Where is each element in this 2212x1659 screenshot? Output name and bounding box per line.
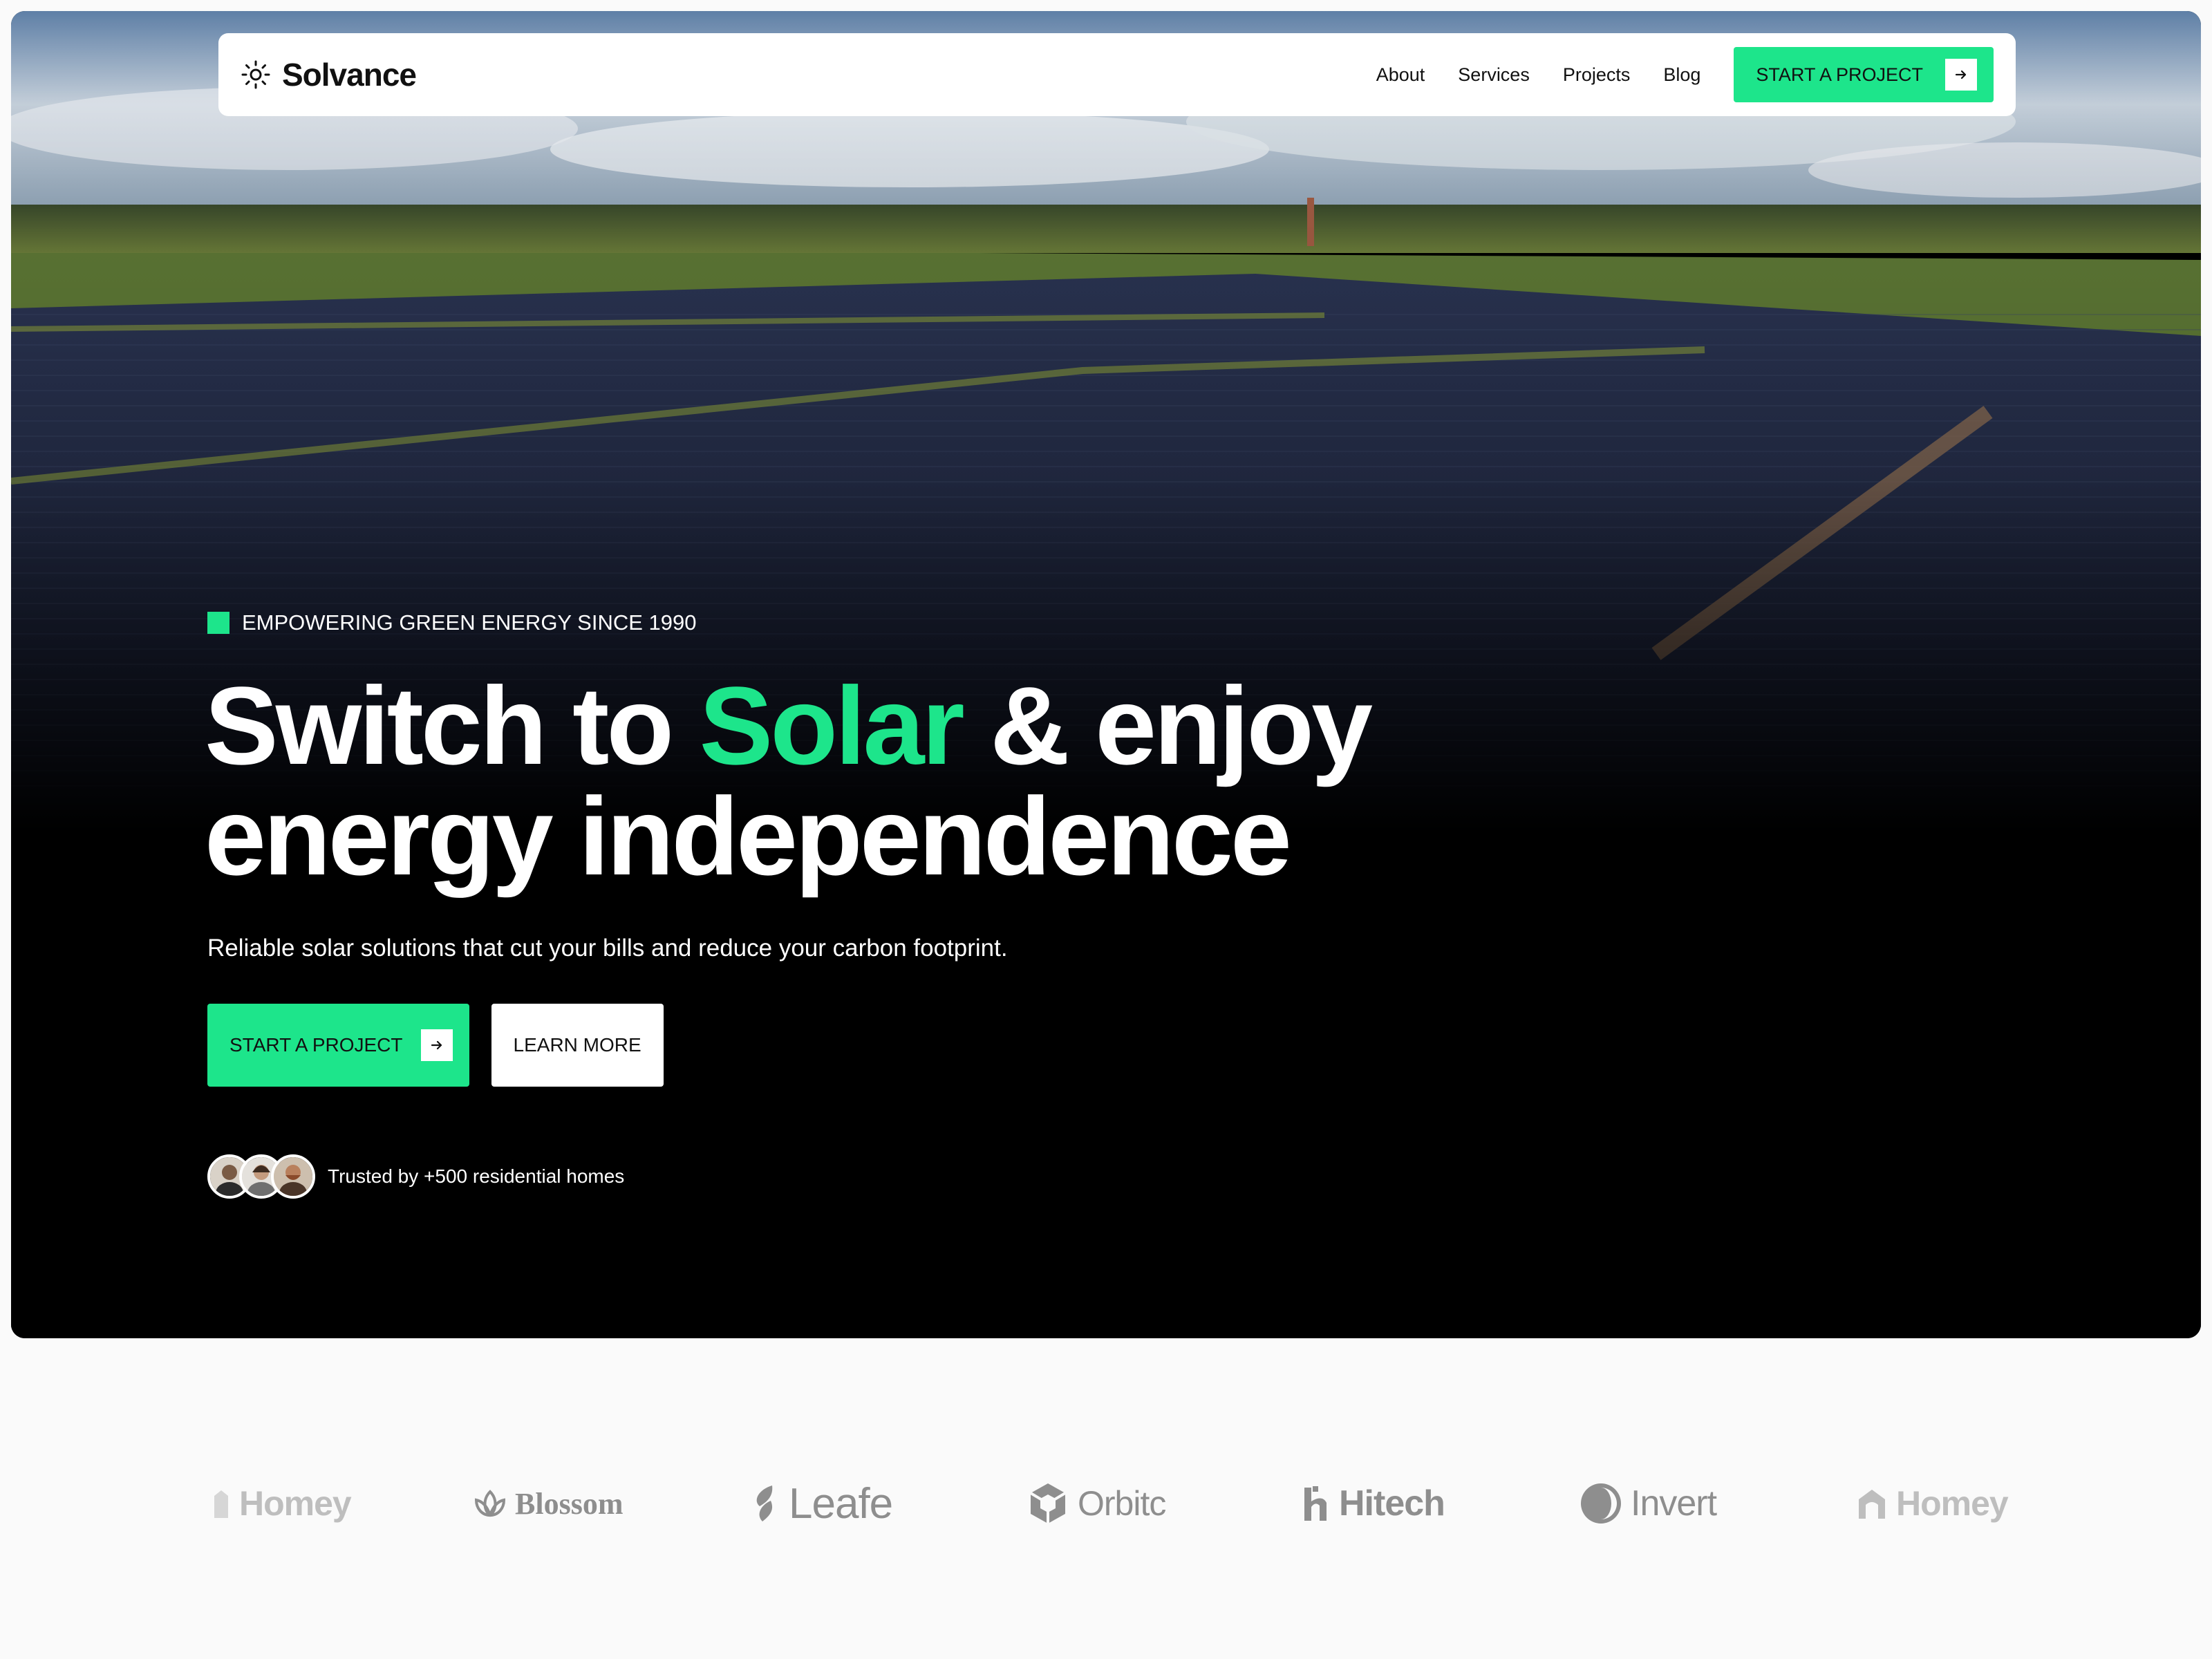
hero-buttons: START A PROJECT LEARN MORE [207,1004,664,1087]
client-logo-blossom: Blossom [474,1472,623,1535]
crescent-icon [1581,1483,1621,1524]
headline-accent: Solar [699,664,965,787]
nav-links: About Services Projects Blog START A PRO… [1376,47,1994,102]
headline-part-2: & enjoy [962,664,1373,787]
headline-part-1: Switch to [205,664,700,787]
client-logo-name: Leafe [789,1479,893,1528]
nav-start-project-label: START A PROJECT [1756,64,1923,85]
client-logo-orbitc: Orbitc [1027,1472,1166,1535]
orbit-icon [1029,1483,1067,1524]
hero-subtext: Reliable solar solutions that cut your b… [207,935,1008,962]
arrow-right-icon [420,1029,453,1061]
brand-name: Solvance [282,57,417,93]
client-logo-homey: Homey [207,1472,352,1535]
leaf-icon [756,1485,773,1521]
house-icon [214,1490,228,1518]
headline-line-2: energy independence [205,774,1292,898]
avatar-group [207,1154,315,1199]
learn-more-label: LEARN MORE [513,1034,641,1056]
arrow-right-icon [1945,59,1977,91]
hero-eyebrow: EMPOWERING GREEN ENERGY SINCE 1990 [207,610,696,635]
trust-badge: Trusted by +500 residential homes [207,1154,624,1199]
sun-icon [241,60,270,89]
client-logo-name: Orbitc [1078,1484,1166,1523]
client-logo-name: Blossom [515,1486,624,1521]
nav-link-projects[interactable]: Projects [1563,64,1631,86]
nav-start-project-button[interactable]: START A PROJECT [1734,47,1994,102]
client-logo-name: Hitech [1339,1483,1445,1524]
nav-link-services[interactable]: Services [1458,64,1530,86]
hero-start-project-button[interactable]: START A PROJECT [207,1004,469,1087]
trust-text: Trusted by +500 residential homes [328,1165,625,1187]
avatar [271,1154,315,1199]
client-logo-hitech: Hitech [1303,1472,1445,1535]
hero-section: Solvance About Services Projects Blog ST… [11,11,2201,1338]
nav-link-about[interactable]: About [1376,64,1425,86]
eyebrow-text: EMPOWERING GREEN ENERGY SINCE 1990 [242,610,697,635]
client-logo-name: Invert [1631,1483,1717,1524]
house-icon [1859,1490,1885,1519]
learn-more-button[interactable]: LEARN MORE [491,1004,664,1087]
eyebrow-square [207,612,229,634]
client-logo-invert: Invert [1580,1472,1717,1535]
lotus-icon [474,1490,506,1517]
hero-headline: Switch to Solar & enjoy energy independe… [205,671,1373,892]
navbar: Solvance About Services Projects Blog ST… [218,33,2016,116]
client-logo-name: Homey [1896,1484,2009,1523]
h-letter-icon [1304,1486,1327,1521]
nav-link-blog[interactable]: Blog [1663,64,1700,86]
client-logo-name: Homey [239,1484,352,1523]
client-logo-homey-2: Homey [1856,1472,2009,1535]
client-logos: Homey Blossom Leafe Orbitc Hitech Invert… [207,1472,2009,1535]
client-logo-leafe: Leafe [750,1472,893,1535]
brand-logo[interactable]: Solvance [241,56,417,93]
hero-start-project-label: START A PROJECT [229,1034,403,1056]
